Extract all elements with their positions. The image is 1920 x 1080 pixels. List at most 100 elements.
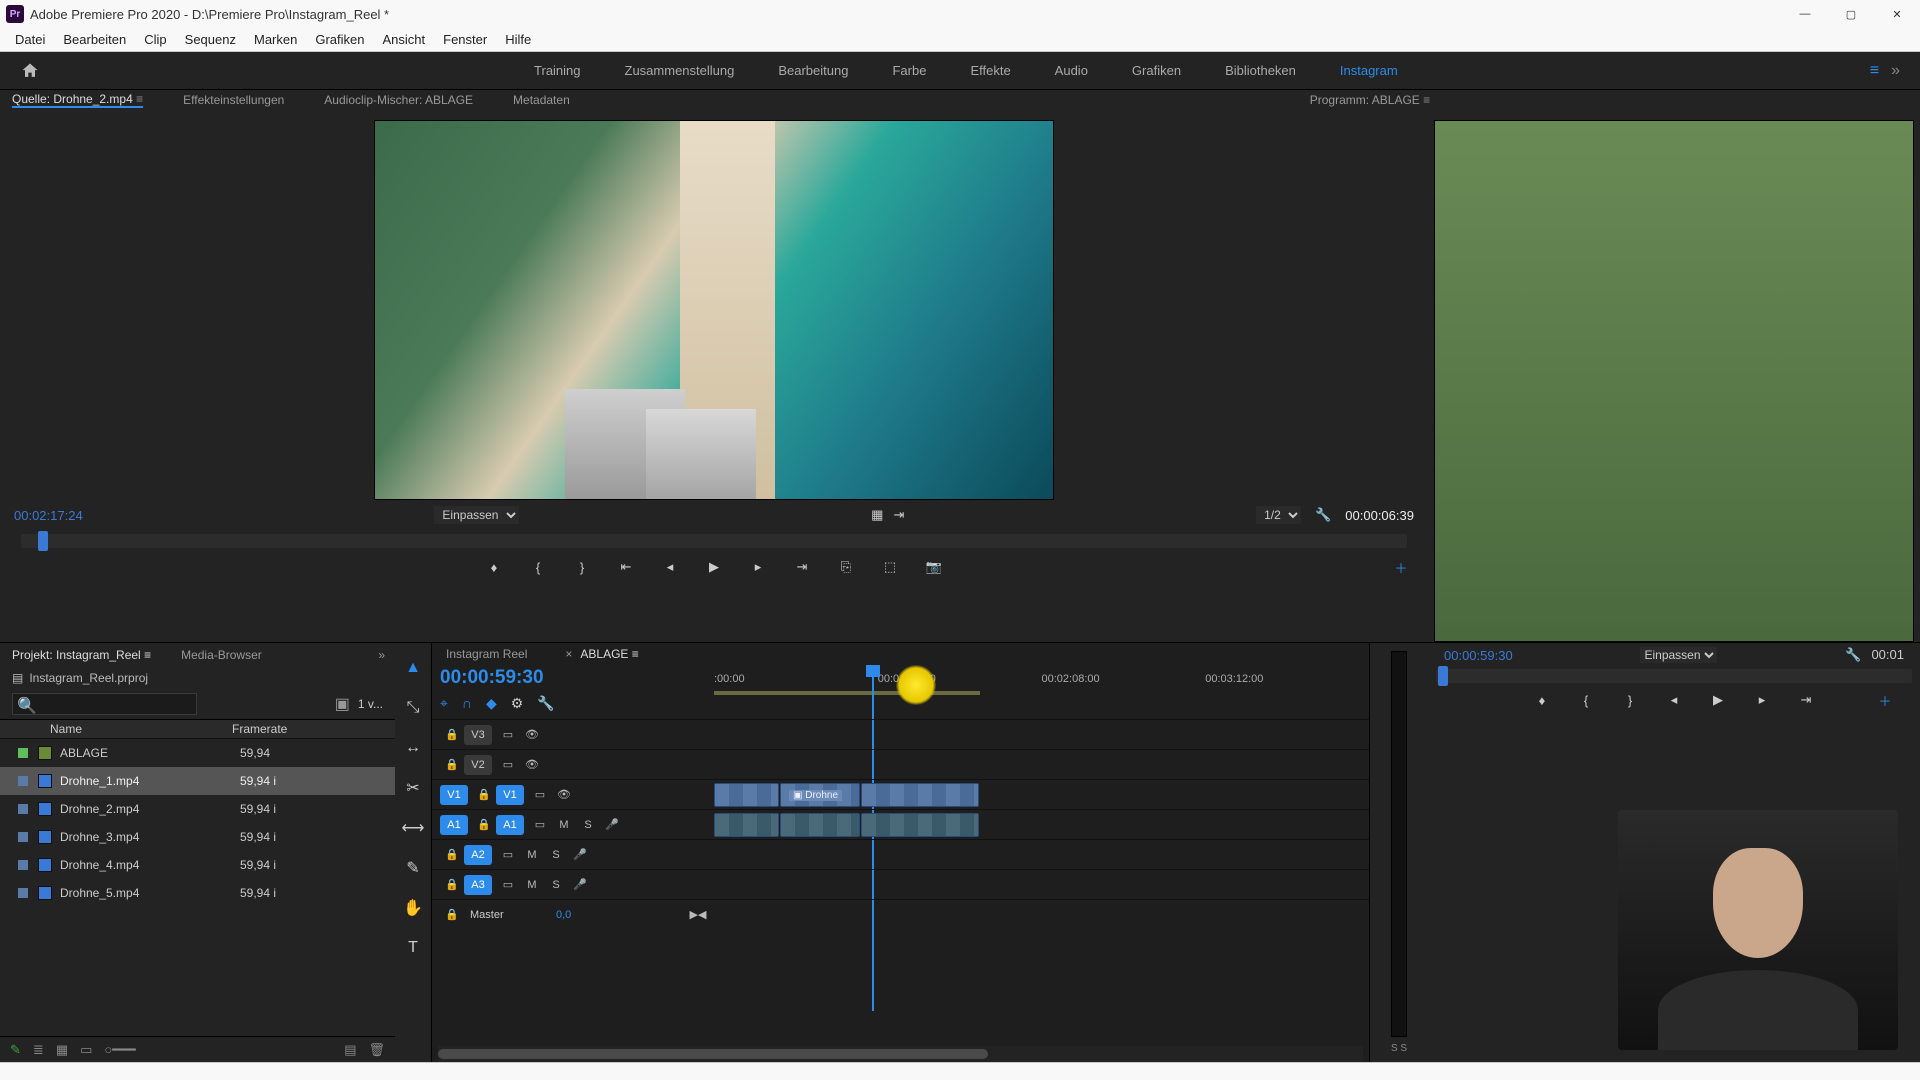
workspace-bibliotheken[interactable]: Bibliotheken xyxy=(1203,52,1318,90)
lane-master[interactable] xyxy=(714,899,1369,929)
audio-clip[interactable] xyxy=(714,813,779,837)
workspace-instagram[interactable]: Instagram xyxy=(1318,52,1420,90)
voiceover-icon[interactable]: 🎤 xyxy=(600,815,624,835)
lane-v1[interactable]: ▣ Drohne xyxy=(714,779,1369,809)
goto-out-icon[interactable]: ⇥ xyxy=(793,558,811,576)
track-patch[interactable]: V3 xyxy=(464,725,492,745)
label-swatch[interactable] xyxy=(18,776,28,786)
eye-icon[interactable]: 👁 xyxy=(520,725,544,745)
menubar[interactable]: DateiBearbeitenClipSequenzMarkenGrafiken… xyxy=(0,28,1920,52)
selection-tool-icon[interactable]: ▲ xyxy=(402,657,424,679)
menu-fenster[interactable]: Fenster xyxy=(434,28,496,52)
close-button[interactable]: ✕ xyxy=(1874,0,1920,28)
track-select-tool-icon[interactable]: ⤡ xyxy=(402,697,424,719)
label-swatch[interactable] xyxy=(18,804,28,814)
work-area-bar[interactable] xyxy=(714,691,980,695)
project-tab[interactable]: Projekt: Instagram_Reel ≡ xyxy=(12,648,151,662)
menu-hilfe[interactable]: Hilfe xyxy=(496,28,540,52)
icon-view-icon[interactable]: ▦ xyxy=(56,1042,68,1058)
trash-icon[interactable]: 🗑 xyxy=(368,1042,385,1058)
video-clip[interactable]: ▣ Drohne xyxy=(780,783,860,807)
solo-icon[interactable]: S xyxy=(576,815,600,835)
source-insert-icon[interactable]: ⇥ xyxy=(893,507,904,523)
settings-icon[interactable]: ⚙ xyxy=(511,695,524,712)
timeline-zoom-scrollbar[interactable] xyxy=(438,1046,1363,1062)
workspace-farbe[interactable]: Farbe xyxy=(870,52,948,90)
wrench-icon[interactable]: 🔧 xyxy=(1315,507,1331,523)
prog-out-icon[interactable]: } xyxy=(1621,691,1639,709)
workspace-grafiken[interactable]: Grafiken xyxy=(1110,52,1203,90)
prog-lift-icon[interactable]: ⇥ xyxy=(1797,691,1815,709)
program-timecode[interactable]: 00:00:59:30 xyxy=(1444,648,1513,663)
source-res-select[interactable]: 1/2 xyxy=(1256,506,1301,524)
project-row[interactable]: ABLAGE59,94 xyxy=(0,739,395,767)
project-row[interactable]: Drohne_1.mp459,94 i xyxy=(0,767,395,795)
audio-meter[interactable] xyxy=(1391,651,1407,1037)
program-wrench-icon[interactable]: 🔧 xyxy=(1845,647,1861,663)
timeline-timecode[interactable]: 00:00:59:30 xyxy=(440,667,706,689)
col-framerate[interactable]: Framerate xyxy=(232,722,287,736)
panel-overflow-icon[interactable]: » xyxy=(378,648,395,662)
out-point-icon[interactable]: } xyxy=(573,558,591,576)
source-patch-a1[interactable]: A1 xyxy=(440,815,468,835)
video-clip[interactable] xyxy=(861,783,979,807)
razor-tool-icon[interactable]: ✂ xyxy=(402,777,424,799)
col-name[interactable]: Name xyxy=(12,722,232,736)
project-list[interactable]: ABLAGE59,94Drohne_1.mp459,94 iDrohne_2.m… xyxy=(0,739,395,1036)
workspace-bearbeitung[interactable]: Bearbeitung xyxy=(756,52,870,90)
lane-v3[interactable] xyxy=(714,719,1369,749)
timeline-tab-2[interactable]: ABLAGE ≡ xyxy=(580,647,638,661)
effect-controls-tab[interactable]: Effekteinstellungen xyxy=(183,93,284,107)
audio-clip[interactable] xyxy=(861,813,979,837)
ripple-tool-icon[interactable]: ↔ xyxy=(402,737,424,759)
expand-icon[interactable]: ▶◀ xyxy=(690,905,714,925)
source-patch-v1[interactable]: V1 xyxy=(440,785,468,805)
step-back-icon[interactable]: ◂ xyxy=(661,558,679,576)
hand-tool-icon[interactable]: ✋ xyxy=(402,897,424,919)
export-frame-icon[interactable]: 📷 xyxy=(925,558,943,576)
project-row[interactable]: Drohne_2.mp459,94 i xyxy=(0,795,395,823)
lane-a2[interactable] xyxy=(714,839,1369,869)
eye-icon[interactable]: 👁 xyxy=(520,755,544,775)
source-scrubber[interactable] xyxy=(21,534,1406,548)
timeline-tab-1[interactable]: Instagram Reel xyxy=(446,647,527,661)
freeform-view-icon[interactable]: ▭ xyxy=(80,1042,92,1058)
workspace-training[interactable]: Training xyxy=(512,52,602,90)
pencil-icon[interactable]: ✎ xyxy=(10,1042,21,1058)
label-swatch[interactable] xyxy=(18,860,28,870)
time-ruler[interactable]: :00:0000:01:04:0000:02:08:0000:03:12:00 xyxy=(714,665,1369,719)
play-icon[interactable]: ▶ xyxy=(705,558,723,576)
insert-clip-icon[interactable]: ⎘ xyxy=(837,558,855,576)
zoom-slider[interactable]: ○━━━ xyxy=(104,1042,135,1058)
program-fit-select[interactable]: Einpassen xyxy=(1640,647,1717,663)
eye-icon[interactable]: 👁 xyxy=(552,785,576,805)
track-area[interactable]: ▣ Drohne xyxy=(714,719,1369,1046)
goto-in-icon[interactable]: ⇤ xyxy=(617,558,635,576)
list-view-icon[interactable]: ≣ xyxy=(33,1042,44,1058)
overwrite-clip-icon[interactable]: ⬚ xyxy=(881,558,899,576)
prog-in-icon[interactable]: { xyxy=(1577,691,1595,709)
source-multicam-icon[interactable]: ▦ xyxy=(871,507,883,523)
prog-step-back-icon[interactable]: ◂ xyxy=(1665,691,1683,709)
project-filter-label[interactable]: 1 v... xyxy=(358,697,383,711)
linked-sel-icon[interactable]: ∩ xyxy=(462,695,472,712)
lane-a3[interactable] xyxy=(714,869,1369,899)
type-tool-icon[interactable]: T xyxy=(402,937,424,959)
program-playhead[interactable] xyxy=(1438,666,1448,686)
panel-menu-icon[interactable]: ≡ xyxy=(136,92,143,106)
step-fwd-icon[interactable]: ▸ xyxy=(749,558,767,576)
workspace-audio[interactable]: Audio xyxy=(1033,52,1110,90)
minimize-button[interactable]: — xyxy=(1782,0,1828,28)
lock-icon[interactable]: 🔒 xyxy=(440,725,464,745)
program-video-frame[interactable] xyxy=(1434,120,1914,642)
menu-marken[interactable]: Marken xyxy=(245,28,306,52)
slip-tool-icon[interactable]: ⟷ xyxy=(402,817,424,839)
marker-icon[interactable]: ♦ xyxy=(485,558,503,576)
source-tab[interactable]: Quelle: Drohne_2.mp4 ≡ xyxy=(12,92,143,108)
new-bin-icon[interactable]: ▣ xyxy=(335,694,350,714)
scroll-thumb[interactable] xyxy=(438,1049,988,1059)
label-swatch[interactable] xyxy=(18,832,28,842)
master-value[interactable]: 0,0 xyxy=(556,909,571,921)
project-search-input[interactable] xyxy=(12,693,197,715)
prog-step-fwd-icon[interactable]: ▸ xyxy=(1753,691,1771,709)
